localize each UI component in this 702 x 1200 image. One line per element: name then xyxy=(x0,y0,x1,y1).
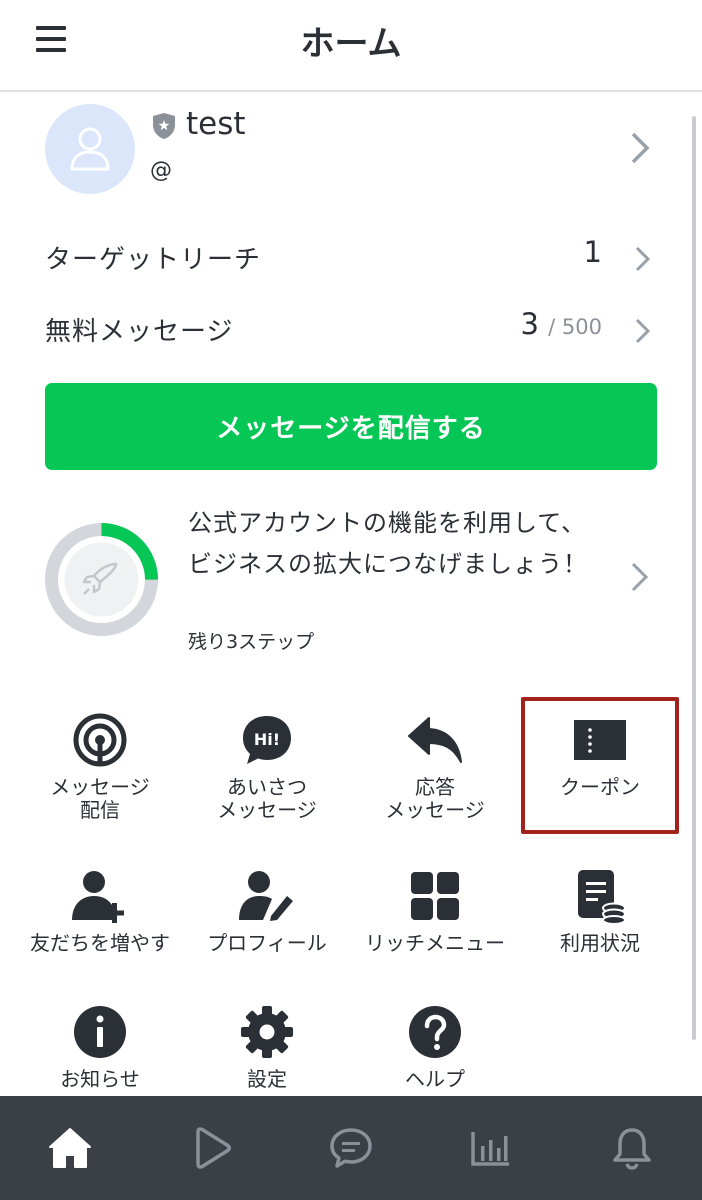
chevron-right-icon xyxy=(631,562,649,592)
chevron-right-icon xyxy=(635,318,651,344)
feature-label: 設定 xyxy=(247,1067,287,1091)
onboarding-card[interactable]: 公式アカウントの機能を利用して、ビジネスの拡大につなげましょう！ 残り3ステップ xyxy=(0,495,690,670)
help-icon xyxy=(409,1006,461,1058)
target-reach-row[interactable]: ターゲットリーチ 1 xyxy=(0,229,690,289)
chat-icon xyxy=(330,1128,372,1168)
chevron-right-icon xyxy=(631,132,650,164)
feature-label: 応答 メッセージ xyxy=(385,775,485,822)
feature-label: リッチメニュー xyxy=(365,931,505,955)
free-messages-value: 3 / 500 xyxy=(520,307,602,341)
feature-label: プロフィール xyxy=(207,931,327,955)
free-messages-limit: / 500 xyxy=(548,315,602,339)
add-friend-icon xyxy=(72,871,124,923)
feature-profile[interactable]: プロフィール xyxy=(182,868,352,955)
bottom-navigation xyxy=(0,1096,702,1200)
page-title: ホーム xyxy=(300,24,402,64)
feature-label: お知らせ xyxy=(60,1067,140,1091)
feature-label: メッセージ 配信 xyxy=(50,775,150,822)
broadcast-icon xyxy=(73,713,127,767)
voom-icon xyxy=(195,1127,231,1169)
chevron-right-icon xyxy=(635,246,651,272)
usage-icon xyxy=(578,870,626,924)
target-reach-label: ターゲットリーチ xyxy=(45,245,262,275)
profile-edit-icon xyxy=(239,871,293,921)
nav-analytics[interactable] xyxy=(421,1096,561,1200)
home-icon xyxy=(49,1128,92,1168)
info-icon xyxy=(74,1006,126,1058)
verified-shield-icon xyxy=(153,113,175,139)
free-messages-label: 無料メッセージ xyxy=(45,317,234,347)
nav-home[interactable] xyxy=(0,1096,140,1200)
free-messages-count: 3 xyxy=(520,307,539,341)
avatar xyxy=(45,104,135,194)
rich-menu-icon xyxy=(411,872,459,920)
feature-help[interactable]: ヘルプ xyxy=(350,1004,520,1091)
scrollbar[interactable] xyxy=(692,116,696,1040)
account-id: @ xyxy=(150,158,172,183)
account-profile[interactable]: test @ xyxy=(0,92,690,202)
feature-usage[interactable]: 利用状況 xyxy=(515,868,685,955)
svg-text:Hi!: Hi! xyxy=(254,730,280,749)
feature-label: 利用状況 xyxy=(560,931,640,955)
feature-greeting[interactable]: Hi! あいさつ メッセージ xyxy=(182,712,352,822)
nav-notifications[interactable] xyxy=(562,1096,702,1200)
coupon-highlight-box xyxy=(521,697,679,834)
feature-notices[interactable]: お知らせ xyxy=(15,1004,185,1091)
feature-settings[interactable]: 設定 xyxy=(182,1004,352,1091)
feature-add-friends[interactable]: 友だちを増やす xyxy=(15,868,185,955)
free-messages-row[interactable]: 無料メッセージ 3 / 500 xyxy=(0,301,690,361)
reply-icon xyxy=(408,717,462,763)
feature-label: 友だちを増やす xyxy=(30,931,170,955)
app-header: ホーム xyxy=(0,0,702,92)
send-message-button[interactable]: メッセージを配信する xyxy=(45,383,657,470)
feature-label: あいさつ メッセージ xyxy=(217,775,317,822)
feature-label: ヘルプ xyxy=(405,1067,465,1091)
remaining-steps: 残り3ステップ xyxy=(188,631,315,653)
account-name: test xyxy=(186,106,246,142)
feature-broadcast[interactable]: メッセージ 配信 xyxy=(15,712,185,822)
target-reach-value: 1 xyxy=(583,235,602,269)
analytics-icon xyxy=(471,1132,510,1166)
notifications-icon xyxy=(613,1128,651,1170)
feature-auto-reply[interactable]: 応答 メッセージ xyxy=(350,712,520,822)
nav-voom[interactable] xyxy=(140,1096,280,1200)
feature-rich-menu[interactable]: リッチメニュー xyxy=(350,868,520,955)
greeting-icon: Hi! xyxy=(243,716,291,764)
settings-icon xyxy=(241,1006,293,1058)
onboarding-message: 公式アカウントの機能を利用して、ビジネスの拡大につなげましょう！ xyxy=(188,509,588,578)
nav-chat[interactable] xyxy=(281,1096,421,1200)
user-placeholder-icon xyxy=(70,127,110,171)
progress-ring xyxy=(45,523,158,636)
